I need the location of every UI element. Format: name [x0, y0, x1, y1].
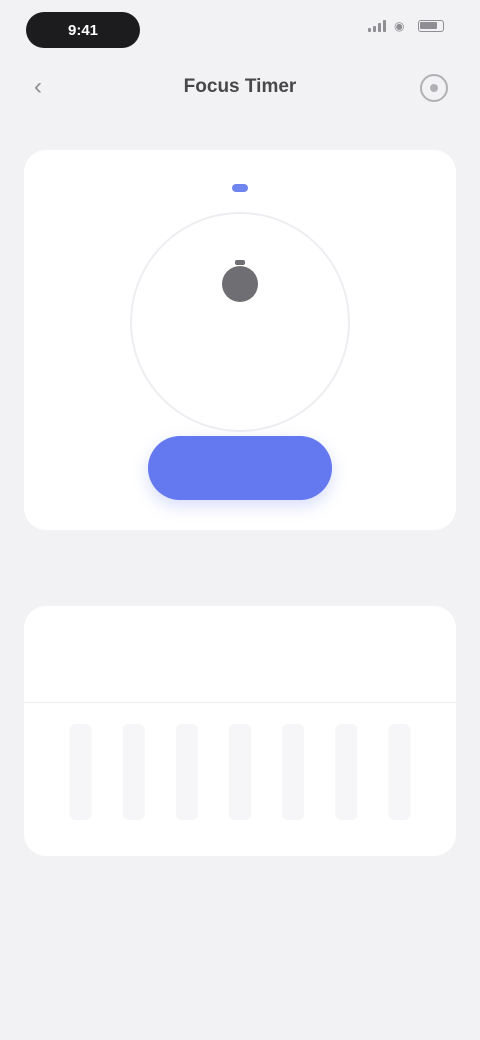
- wifi-icon: ◉: [394, 19, 405, 33]
- chart-column-track: [335, 724, 358, 820]
- settings-icon[interactable]: [420, 74, 448, 102]
- chart-column-track: [282, 724, 305, 820]
- status-time: 9:41: [26, 12, 140, 48]
- stats-card: [24, 606, 456, 856]
- skip-button[interactable]: [350, 458, 426, 486]
- timer-icon: [222, 260, 258, 302]
- divider: [24, 702, 456, 703]
- page-title: Focus Timer: [183, 76, 297, 97]
- timer-card: [24, 150, 456, 530]
- signal-icon: [368, 20, 386, 32]
- chart-column-track: [229, 724, 251, 820]
- nav-bar: ‹ Focus Timer: [0, 64, 480, 114]
- chart-column-track: [69, 724, 92, 820]
- chart-column-track: [388, 724, 411, 820]
- weekly-chart: [69, 724, 411, 820]
- chart-column-track: [122, 724, 145, 820]
- reset-button[interactable]: [76, 458, 152, 486]
- battery-icon: [418, 20, 444, 32]
- start-button[interactable]: [148, 436, 332, 500]
- chart-column-track: [175, 724, 198, 820]
- timer-dial: [130, 212, 350, 432]
- status-bar: 9:41 ◉: [0, 0, 480, 64]
- status-icons: ◉: [368, 20, 444, 32]
- mode-indicator: [232, 184, 248, 192]
